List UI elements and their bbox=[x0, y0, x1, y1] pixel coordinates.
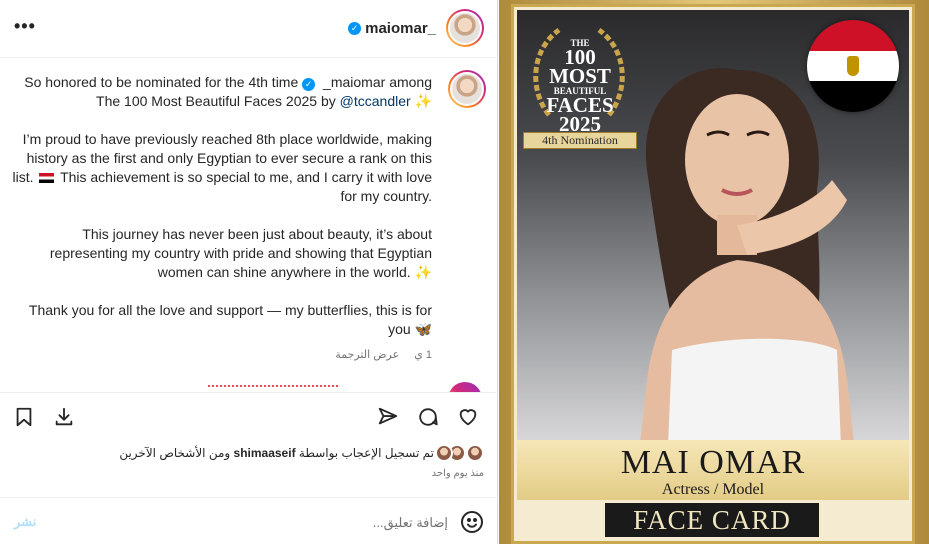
post-image[interactable]: THE 100 MOST BEAUTIFUL FACES 2025 4th No… bbox=[499, 0, 929, 544]
caption-para3: This journey has never been just about b… bbox=[49, 226, 432, 280]
download-icon[interactable] bbox=[52, 405, 76, 429]
action-bar bbox=[0, 392, 498, 440]
caption-section: So honored to be nominated for the 4th t… bbox=[0, 58, 498, 378]
comment-input[interactable] bbox=[148, 510, 448, 534]
see-translation-link[interactable]: عرض الترجمة bbox=[335, 349, 399, 361]
author-avatar[interactable] bbox=[446, 9, 484, 47]
caption-avatar[interactable] bbox=[448, 70, 486, 108]
post-author[interactable]: ✓ maiomar_ bbox=[348, 9, 484, 47]
sparkle-emoji: ✨ bbox=[414, 264, 432, 280]
more-options-icon[interactable]: ••• bbox=[14, 16, 38, 36]
author-username[interactable]: maiomar_ bbox=[365, 20, 436, 37]
egypt-flag-emoji-icon bbox=[39, 173, 55, 183]
commenter-avatar[interactable] bbox=[448, 382, 482, 392]
comment-preview bbox=[0, 378, 498, 392]
post-header: ••• ✓ maiomar_ bbox=[0, 0, 498, 58]
sparkle-emoji: ✨ bbox=[414, 93, 432, 109]
badge-line-2: MOST bbox=[549, 64, 611, 88]
egypt-flag-icon bbox=[807, 20, 899, 112]
send-icon[interactable] bbox=[376, 405, 400, 429]
caption-para4: Thank you for all the love and support —… bbox=[28, 302, 432, 337]
caption-mention[interactable]: _maiomar bbox=[323, 74, 385, 90]
caption-text: So honored to be nominated for the 4th t… bbox=[12, 73, 432, 358]
face-card-frame: THE 100 MOST BEAUTIFUL FACES 2025 4th No… bbox=[511, 4, 915, 544]
smiley-icon[interactable] bbox=[460, 510, 484, 534]
heart-icon[interactable] bbox=[456, 405, 480, 429]
portrait-background: THE 100 MOST BEAUTIFUL FACES 2025 4th No… bbox=[517, 10, 909, 440]
comment-composer: نشر bbox=[0, 497, 498, 544]
likes-section: تم تسجيل الإعجاب بواسطة shimaaseif ومن ا… bbox=[0, 441, 498, 481]
liker-avatar[interactable] bbox=[435, 444, 453, 462]
nameplate: MAI OMAR Actress / Model bbox=[517, 440, 909, 500]
nomination-label: 4th Nomination bbox=[523, 132, 637, 149]
caption-handle-link[interactable]: @tccandler bbox=[340, 93, 411, 109]
liker-avatar[interactable] bbox=[466, 444, 484, 462]
butterfly-emoji: 🦋 bbox=[414, 321, 432, 337]
verified-badge-icon: ✓ bbox=[302, 78, 316, 91]
liked-by-user[interactable]: shimaaseif bbox=[234, 446, 296, 460]
author-username-wrap[interactable]: ✓ maiomar_ bbox=[348, 20, 436, 37]
liked-by-row[interactable]: تم تسجيل الإعجاب بواسطة shimaaseif ومن ا… bbox=[119, 444, 484, 462]
verified-badge-icon: ✓ bbox=[348, 21, 362, 35]
caption-para2b: This achievement is so special to me, an… bbox=[60, 169, 432, 204]
post-timestamp[interactable]: منذ يوم واحد bbox=[432, 468, 484, 479]
card-name: MAI OMAR bbox=[620, 444, 806, 481]
face-card-label: FACE CARD bbox=[605, 503, 819, 537]
post-detail-panel: ••• ✓ maiomar_ So honored to be nominate… bbox=[0, 0, 498, 544]
caption-age[interactable]: 1 ي bbox=[414, 349, 432, 361]
post-comment-button[interactable]: نشر bbox=[14, 514, 36, 530]
comment-preview-text bbox=[208, 385, 338, 392]
card-role: Actress / Model bbox=[661, 481, 765, 498]
badge-title: THE 100 MOST BEAUTIFUL FACES 2025 bbox=[535, 38, 625, 135]
caption-line1-prefix: So honored to be nominated for the 4th t… bbox=[24, 74, 299, 90]
bookmark-icon[interactable] bbox=[12, 405, 36, 429]
liked-by-prefix: تم تسجيل الإعجاب بواسطة bbox=[298, 446, 434, 460]
liked-by-suffix[interactable]: ومن الأشخاص الآخرين bbox=[119, 446, 230, 460]
caption-meta: 1 ي عرض الترجمة bbox=[323, 348, 432, 361]
liked-by-text[interactable]: تم تسجيل الإعجاب بواسطة shimaaseif ومن ا… bbox=[119, 446, 434, 460]
comment-icon[interactable] bbox=[416, 405, 440, 429]
